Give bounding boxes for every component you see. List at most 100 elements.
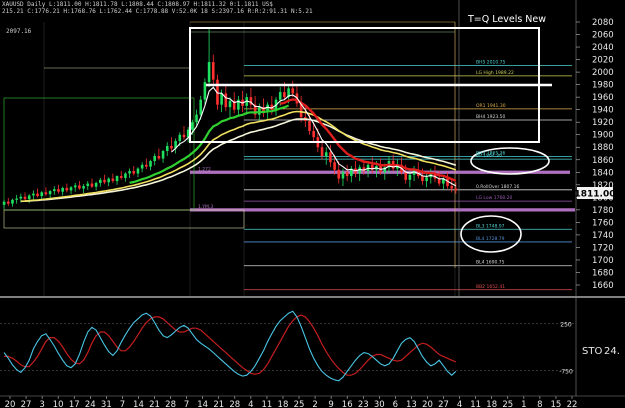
candle-body-6 xyxy=(27,195,31,200)
candle-body-25 xyxy=(107,178,110,183)
candle-body-37 xyxy=(157,156,161,159)
chart-canvas: 2080206020402020200019801960194019201900… xyxy=(0,0,625,408)
y-tick-label-2: 2040 xyxy=(592,43,614,53)
candle-body-47 xyxy=(199,99,203,115)
candle-body-34 xyxy=(145,164,148,167)
candle-body-96 xyxy=(404,172,408,180)
candle-body-23 xyxy=(99,179,102,183)
candle-body-31 xyxy=(132,171,136,174)
x-tick-label-23: 30 xyxy=(374,400,385,408)
level-label-5: BP 1864.30 xyxy=(476,153,502,159)
level-label-3: BH4 1923.50 xyxy=(476,114,506,120)
y-tick-label-18: 1720 xyxy=(592,243,614,253)
candle-body-9 xyxy=(40,192,44,197)
level-label-8: LG Low 1768.20 xyxy=(476,195,512,201)
level-label-7: 0.RollOver 1807.16 xyxy=(476,184,519,190)
candle-body-46 xyxy=(195,114,198,123)
y-tick-label-8: 1920 xyxy=(592,118,614,128)
candle-body-8 xyxy=(36,193,39,197)
y-tick-label-3: 2020 xyxy=(592,56,614,66)
x-tick-label-29: 11 xyxy=(470,400,481,408)
x-tick-label-27: 27 xyxy=(438,400,449,408)
candle-body-11 xyxy=(48,191,52,195)
candle-body-15 xyxy=(65,187,69,191)
candle-body-79 xyxy=(333,162,336,170)
candle-body-1 xyxy=(6,201,10,204)
candle-body-39 xyxy=(165,145,169,151)
y-tick-label-21: 1660 xyxy=(592,281,614,291)
candle-body-101 xyxy=(425,177,428,182)
candle-body-107 xyxy=(450,186,454,189)
header-line-1: XAUUSD Daily L:1811.00 H:1811.78 L:1808.… xyxy=(2,1,273,8)
candle-body-14 xyxy=(61,187,64,192)
level-label-13: BB2 1652.41 xyxy=(476,284,505,290)
chart-background xyxy=(0,0,625,408)
candle-body-27 xyxy=(115,176,119,182)
candle-body-66 xyxy=(278,92,282,100)
level-label-10: BL3 1748.97 xyxy=(476,223,505,229)
candle-body-19 xyxy=(82,186,85,189)
x-tick-label-24: 6 xyxy=(393,400,398,408)
y-tick-label-6: 1960 xyxy=(592,93,614,103)
level-label-12: BL4 1690.75 xyxy=(476,260,505,266)
x-tick-label-21: 16 xyxy=(342,400,353,408)
candle-body-10 xyxy=(44,192,48,195)
candle-body-42 xyxy=(178,134,182,141)
x-tick-label-19: 2 xyxy=(312,400,317,408)
stoch-level-label-1: -750 xyxy=(559,369,573,376)
x-tick-label-10: 28 xyxy=(165,400,176,408)
candle-body-18 xyxy=(78,185,81,189)
candle-body-26 xyxy=(111,178,115,182)
x-tick-label-35: 22 xyxy=(567,400,578,408)
candle-body-48 xyxy=(203,82,207,100)
x-tick-label-28: 4 xyxy=(457,400,462,408)
stoch-value: 24. xyxy=(604,346,620,357)
candle-body-81 xyxy=(341,172,345,179)
header-line-2: 215.21 C:1776.21 H:1768.76 L:1762.44 C:1… xyxy=(2,8,313,15)
x-tick-label-15: 4 xyxy=(248,400,253,408)
candle-body-22 xyxy=(94,182,98,187)
x-tick-label-7: 7 xyxy=(120,400,125,408)
candle-body-28 xyxy=(119,176,123,178)
candle-body-16 xyxy=(69,187,73,191)
candle-body-50 xyxy=(211,62,215,80)
candle-body-7 xyxy=(32,193,35,196)
candle-body-73 xyxy=(308,120,311,131)
y-tick-label-0: 2080 xyxy=(592,18,614,28)
candle-body-20 xyxy=(86,183,90,187)
level-label-9: 1.YM.3 xyxy=(198,204,213,210)
x-tick-label-34: 15 xyxy=(551,400,562,408)
x-tick-label-13: 21 xyxy=(213,400,224,408)
y-tick-label-11: 1860 xyxy=(592,156,614,166)
candle-body-76 xyxy=(320,147,324,157)
candle-body-2 xyxy=(11,199,14,204)
x-tick-label-9: 21 xyxy=(149,400,160,408)
y-tick-label-15: 1780 xyxy=(592,206,614,216)
level-label-1: LG High 1989.22 xyxy=(476,70,514,76)
stoch-label: STO xyxy=(582,346,602,357)
candle-body-69 xyxy=(291,88,295,94)
x-tick-label-26: 20 xyxy=(422,400,433,408)
x-tick-label-31: 25 xyxy=(502,400,513,408)
candle-body-80 xyxy=(337,169,341,179)
x-tick-label-4: 17 xyxy=(69,400,80,408)
candle-body-36 xyxy=(153,156,156,162)
candle-body-78 xyxy=(329,152,332,163)
x-tick-label-20: 9 xyxy=(328,400,333,408)
stoch-level-label-0: 250 xyxy=(560,322,572,329)
candle-body-24 xyxy=(103,179,106,183)
candle-body-108 xyxy=(454,188,458,191)
x-tick-label-33: 8 xyxy=(537,400,542,408)
candle-body-13 xyxy=(57,189,60,192)
y-tick-label-17: 1740 xyxy=(592,231,614,241)
y-tick-label-16: 1760 xyxy=(592,218,614,228)
candle-body-43 xyxy=(182,134,186,138)
y-tick-label-19: 1700 xyxy=(592,256,614,266)
candle-body-74 xyxy=(312,130,315,138)
y-tick-label-9: 1900 xyxy=(592,131,614,141)
candle-body-29 xyxy=(124,173,127,178)
level-label-6: 1.272 xyxy=(198,166,211,172)
y-tick-label-20: 1680 xyxy=(592,268,614,278)
chart-title: T=Q Levels New xyxy=(467,14,546,25)
x-tick-label-22: 23 xyxy=(358,400,369,408)
